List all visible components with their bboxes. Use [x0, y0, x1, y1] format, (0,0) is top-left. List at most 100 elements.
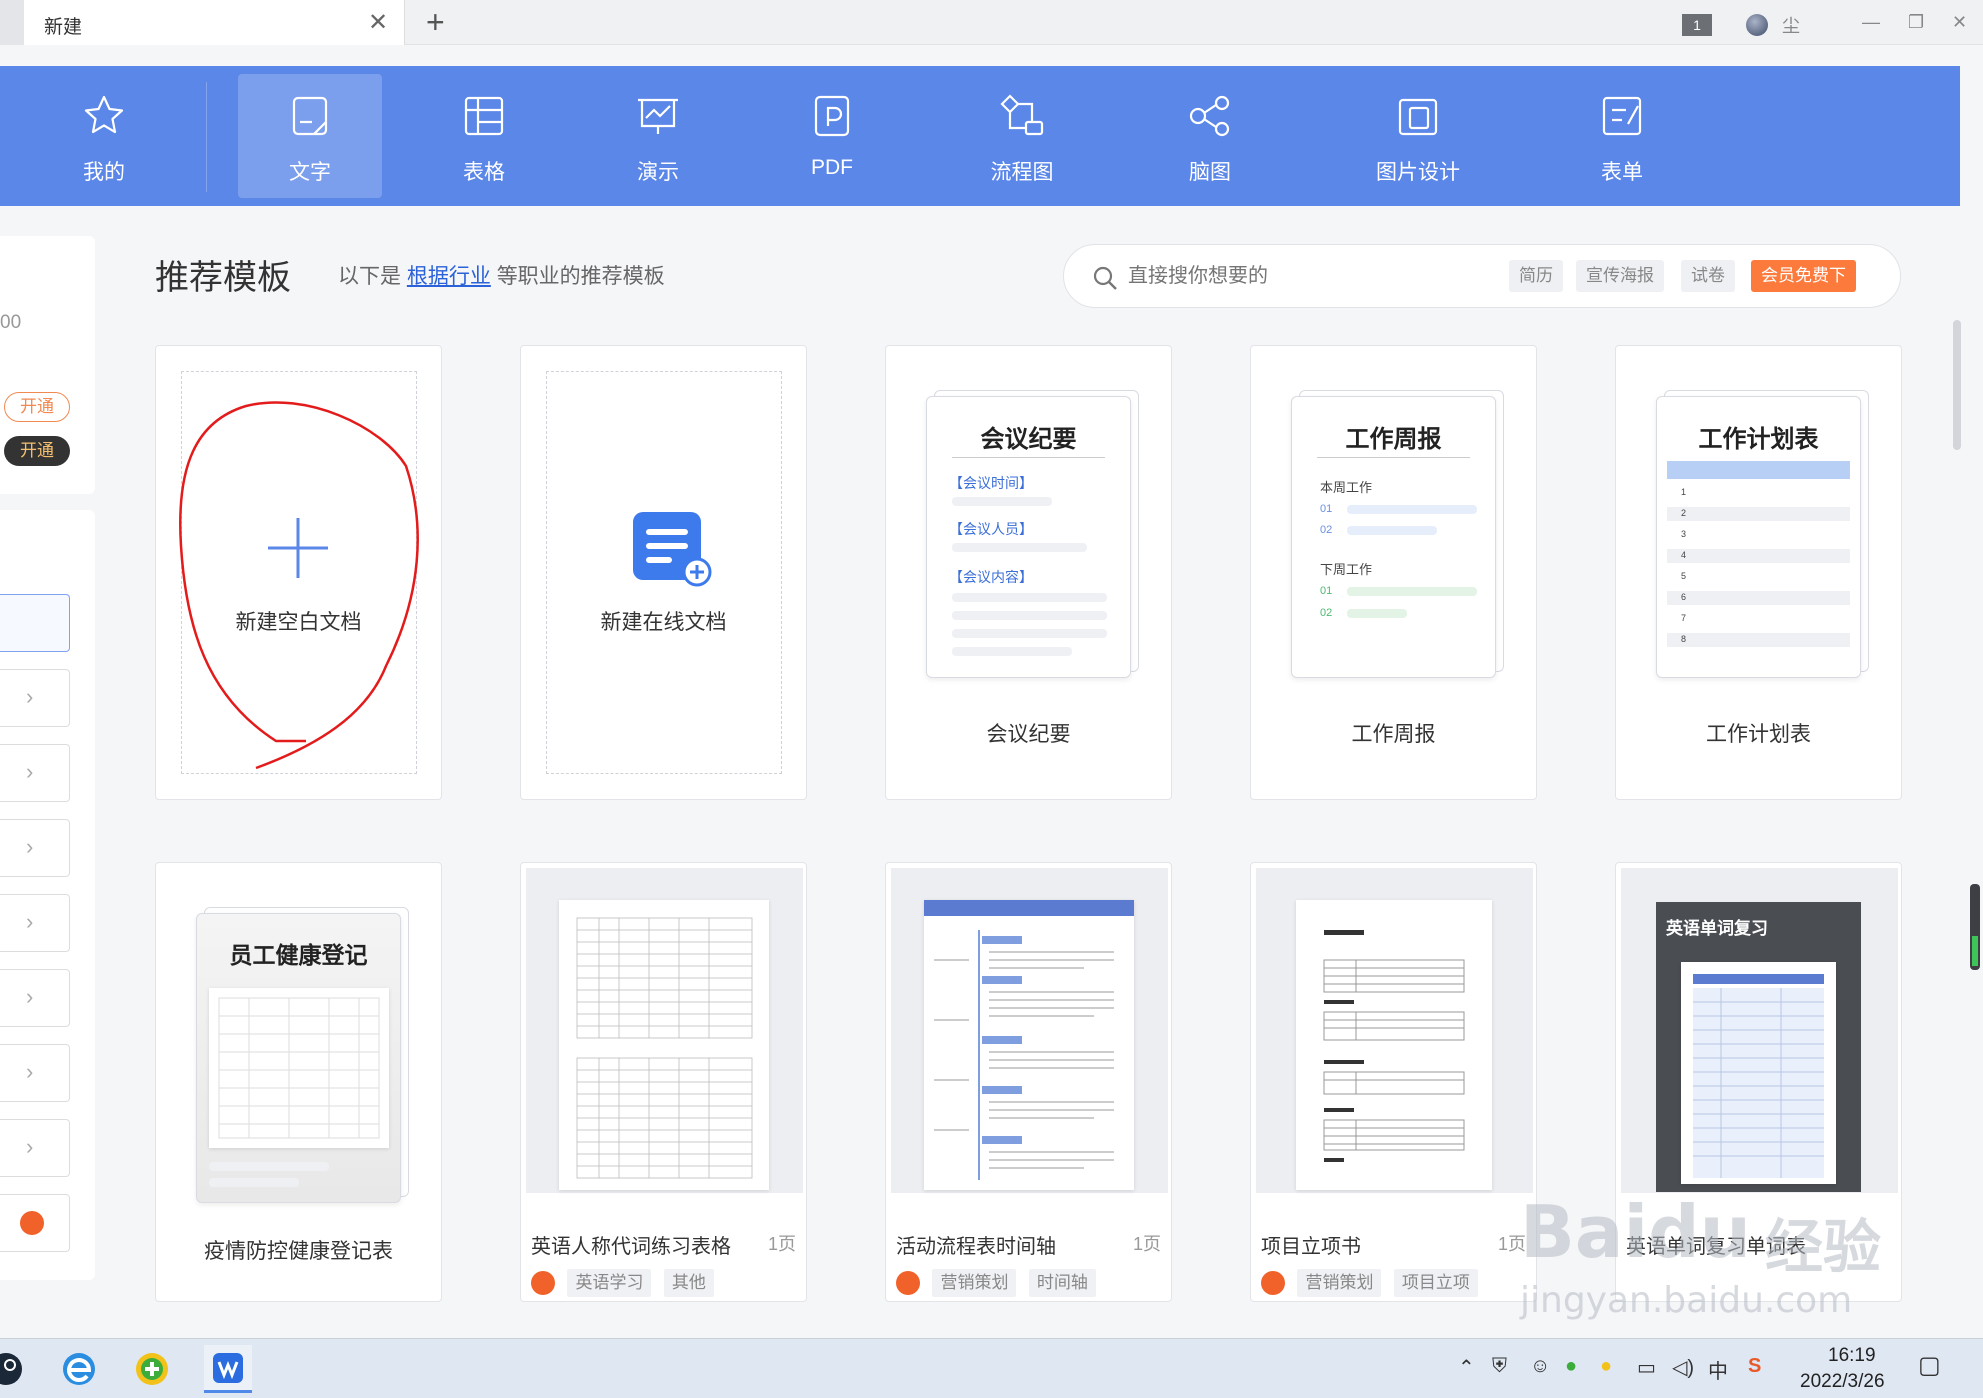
- sidebar-item[interactable]: ›: [0, 1119, 70, 1177]
- ribbon-label: 图片设计: [1376, 161, 1460, 184]
- tag[interactable]: 其他: [663, 1269, 714, 1297]
- sidebar-item[interactable]: ›: [0, 894, 70, 952]
- taskbar-steam-icon[interactable]: [0, 1345, 30, 1393]
- thumb-paper: [1681, 962, 1836, 1184]
- chevron-right-icon: ›: [26, 759, 34, 784]
- template-card-weekly-report[interactable]: 工作周报 本周工作 01 02 下周工作 01 02 工作周报: [1250, 345, 1537, 800]
- search-chip-poster[interactable]: 宣传海报: [1576, 260, 1664, 292]
- minimize-icon[interactable]: —: [1862, 12, 1880, 33]
- tab-close-icon[interactable]: ✕: [368, 8, 388, 37]
- new-online-document-card[interactable]: 新建在线文档: [520, 345, 807, 800]
- page-title: 推荐模板: [155, 259, 291, 297]
- table-row: [1667, 507, 1850, 521]
- sidebar-app-item[interactable]: [0, 1194, 70, 1252]
- thumb-header-bar: [1693, 974, 1824, 984]
- ribbon-item-mindmap[interactable]: 脑图: [1138, 74, 1282, 198]
- new-blank-document-card[interactable]: 新建空白文档: [155, 345, 442, 800]
- close-window-icon[interactable]: ✕: [1952, 12, 1967, 33]
- thumb-title: 员工健康登记: [229, 942, 368, 968]
- tab-strip: [0, 0, 24, 45]
- row-number: 4: [1681, 550, 1687, 560]
- ribbon-item-mine[interactable]: 我的: [32, 74, 176, 198]
- notification-icon[interactable]: ▢: [1918, 1351, 1941, 1380]
- ribbon-item-image-design[interactable]: 图片设计: [1346, 74, 1490, 198]
- star-icon: [84, 95, 124, 134]
- section-label: 本周工作: [1320, 480, 1373, 495]
- ribbon-item-presentation[interactable]: 演示: [586, 74, 730, 198]
- sidebar-item[interactable]: ›: [0, 744, 70, 802]
- ribbon-item-text[interactable]: 文字: [238, 74, 382, 198]
- clock-time[interactable]: 16:19: [1828, 1345, 1876, 1367]
- user-avatar[interactable]: [1746, 14, 1768, 36]
- tag[interactable]: 时间轴: [1028, 1269, 1096, 1297]
- tag[interactable]: 营销策划: [1297, 1269, 1382, 1297]
- tag[interactable]: 英语学习: [567, 1269, 652, 1297]
- table-grid-graphic: [576, 917, 753, 1179]
- window-count-badge[interactable]: 1: [1682, 14, 1712, 36]
- taskbar-wps-icon[interactable]: [204, 1345, 252, 1393]
- placeholder-bar: [952, 629, 1107, 638]
- template-search-box[interactable]: 简历 宣传海报 试卷 会员免费下: [1063, 244, 1901, 308]
- ribbon-label: 表格: [463, 161, 505, 184]
- template-card-work-plan[interactable]: 工作计划表 1 2 3 4 5 6 7 8 工作计划表: [1615, 345, 1902, 800]
- tray-browser-icon[interactable]: ●: [1565, 1355, 1577, 1378]
- taskbar-browser-icon[interactable]: [55, 1345, 103, 1393]
- template-card-health-registration[interactable]: 员工健康登记 疫情防控健康登记表: [155, 862, 442, 1302]
- member-free-download-button[interactable]: 会员免费下: [1751, 260, 1856, 292]
- card-label: 工作周报: [1351, 723, 1436, 746]
- ribbon-item-form[interactable]: 表单: [1550, 74, 1694, 198]
- template-card-meeting-minutes[interactable]: 会议纪要 【会议时间】 【会议人员】 【会议内容】 会议纪要: [885, 345, 1172, 800]
- tray-battery-icon[interactable]: ▭: [1637, 1355, 1656, 1380]
- tag[interactable]: 营销策划: [932, 1269, 1017, 1297]
- industry-link[interactable]: 根据行业: [407, 265, 491, 288]
- document-tab[interactable]: 新建 ✕: [0, 0, 405, 45]
- ribbon-item-sheet[interactable]: 表格: [412, 74, 556, 198]
- sidebar-item[interactable]: ›: [0, 1044, 70, 1102]
- template-card-english-pronouns[interactable]: 英语人称代词练习表格 1页 英语学习 其他: [520, 862, 807, 1302]
- ribbon-item-flowchart[interactable]: 流程图: [950, 74, 1094, 198]
- tray-sogou-icon[interactable]: S: [1748, 1355, 1761, 1378]
- watermark-url: jingyan.baidu.com: [1520, 1280, 1853, 1321]
- clock-date[interactable]: 2022/3/26: [1800, 1371, 1885, 1393]
- flowchart-icon: [1000, 94, 1044, 136]
- card-label: 英语人称代词练习表格: [531, 1236, 731, 1258]
- placeholder-bar: [209, 1162, 329, 1171]
- search-input[interactable]: [1128, 265, 1528, 288]
- open-membership-button[interactable]: 开通: [4, 392, 70, 422]
- page-subtitle: 以下是 根据行业 等职业的推荐模板: [338, 260, 665, 290]
- tray-volume-icon[interactable]: ◁): [1672, 1355, 1694, 1380]
- tag[interactable]: 项目立项: [1393, 1269, 1478, 1297]
- watermark-cn: 经验: [1765, 1213, 1882, 1281]
- tray-ime-label[interactable]: 中: [1708, 1355, 1728, 1384]
- placeholder-bar: [1347, 505, 1477, 514]
- tray-app-icon[interactable]: ☺: [1530, 1355, 1550, 1378]
- new-tab-button[interactable]: +: [426, 4, 445, 41]
- sidebar-item[interactable]: ›: [0, 819, 70, 877]
- sidebar-selected-item[interactable]: [0, 594, 70, 652]
- card-label: 活动流程表时间轴: [896, 1236, 1056, 1258]
- row-number: 8: [1681, 634, 1687, 644]
- tray-expand-icon[interactable]: ⌃: [1458, 1355, 1475, 1380]
- template-card-project-proposal[interactable]: 项目立项书 1页 营销策划 项目立项: [1250, 862, 1537, 1302]
- sidebar-item[interactable]: ›: [0, 669, 70, 727]
- subtitle-suffix: 等职业的推荐模板: [496, 265, 665, 288]
- ribbon-item-pdf[interactable]: PDF: [760, 74, 904, 198]
- search-chip-resume[interactable]: 简历: [1509, 260, 1563, 292]
- search-chip-exam[interactable]: 试卷: [1681, 260, 1735, 292]
- row-number: 1: [1681, 487, 1687, 497]
- sidebar-item[interactable]: ›: [0, 969, 70, 1027]
- placeholder-bar: [1347, 526, 1437, 535]
- tray-shield-icon[interactable]: ⛨: [1492, 1355, 1507, 1378]
- template-card-activity-timeline[interactable]: 活动流程表时间轴 1页 营销策划 时间轴: [885, 862, 1172, 1302]
- card-footer: 活动流程表时间轴 1页: [896, 1230, 1161, 1259]
- form-icon: [1602, 96, 1642, 136]
- scrollbar-thumb[interactable]: [1953, 320, 1961, 450]
- taskbar-360-icon[interactable]: [128, 1345, 176, 1393]
- open-super-membership-button[interactable]: 开通: [4, 436, 70, 466]
- baidu-watermark: Baidu 经验 jingyan.baidu.com: [1520, 1180, 1980, 1321]
- template-thumbnail: [1256, 868, 1533, 1193]
- tray-360-icon[interactable]: ●: [1600, 1355, 1612, 1378]
- page-count: 1页: [1132, 1234, 1161, 1254]
- restore-icon[interactable]: ❐: [1908, 12, 1924, 33]
- user-name[interactable]: 尘: [1782, 12, 1800, 38]
